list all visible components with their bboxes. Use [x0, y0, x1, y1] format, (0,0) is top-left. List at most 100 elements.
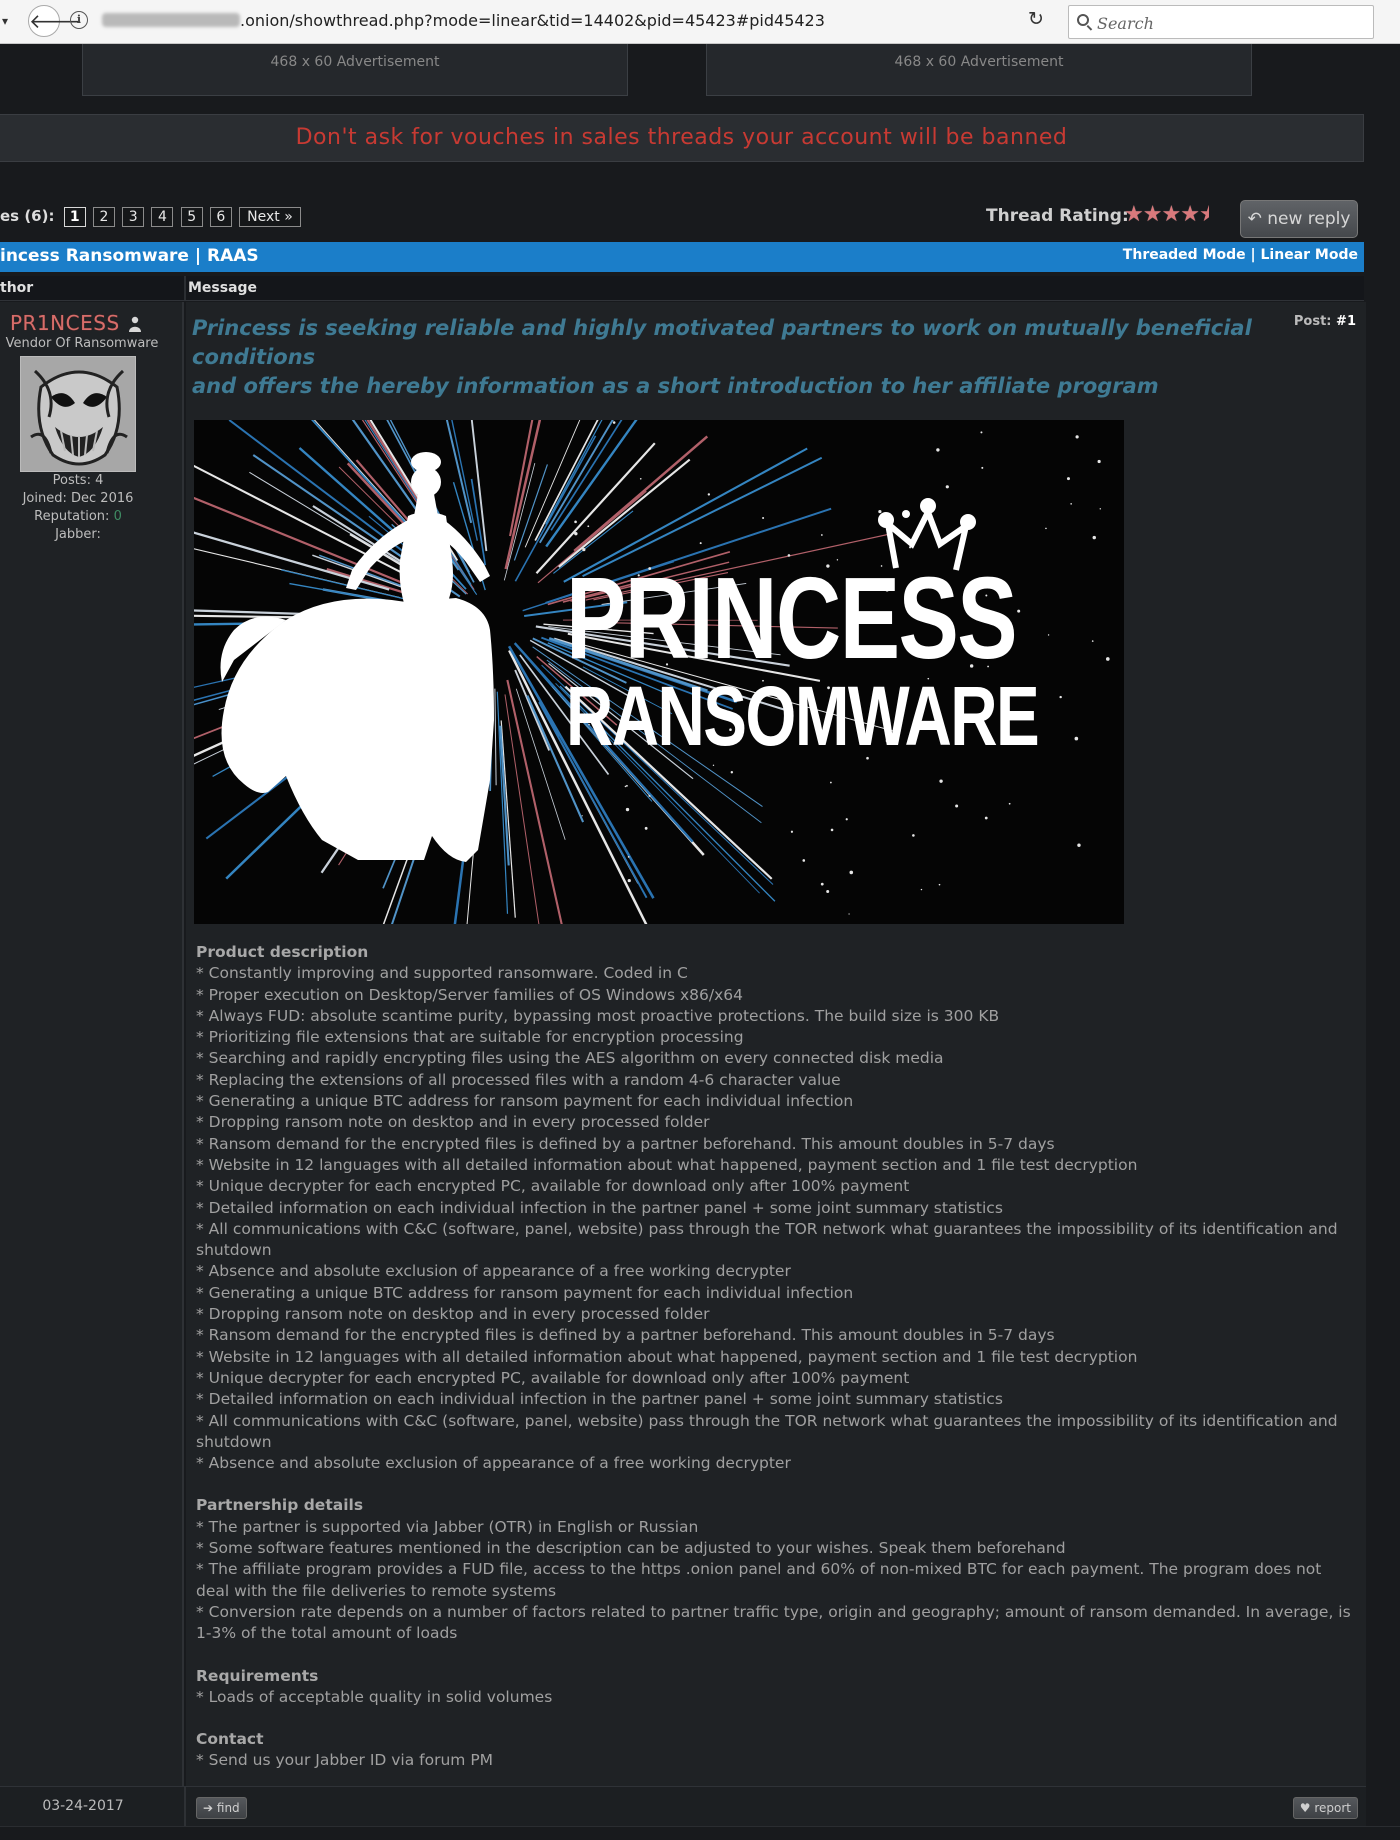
- reputation-value[interactable]: 0: [114, 509, 122, 524]
- product-description-list: * Constantly improving and supported ran…: [196, 963, 1356, 1474]
- back-button[interactable]: 🡐: [28, 5, 60, 37]
- firework-spark: [713, 765, 714, 766]
- requirement-item: * Loads of acceptable quality in solid v…: [196, 1687, 1356, 1708]
- product-feature-item: * Generating a unique BTC address for ra…: [196, 1091, 1356, 1112]
- product-feature-item: * Absence and absolute exclusion of appe…: [196, 1261, 1356, 1282]
- firework-spark: [939, 884, 941, 886]
- pages-label: es (6):: [0, 207, 54, 225]
- firework-spark: [1009, 803, 1011, 805]
- post-footer: 03-24-2017 ➔ find ♥ report: [0, 1786, 1366, 1827]
- partnership-detail-item: * Some software features mentioned in th…: [196, 1538, 1356, 1559]
- posts-value[interactable]: 4: [95, 473, 103, 488]
- page-link-6[interactable]: 6: [210, 207, 232, 227]
- mode-separator: |: [1251, 247, 1256, 263]
- advertisement-right[interactable]: 468 x 60 Advertisement: [706, 44, 1252, 96]
- firework-spark: [640, 478, 642, 480]
- firework-spark: [1100, 508, 1101, 509]
- partnership-detail-item: * The affiliate program provides a FUD f…: [196, 1559, 1356, 1602]
- contact-list: * Send us your Jabber ID via forum PM: [196, 1750, 1356, 1771]
- firework-spark: [613, 421, 616, 424]
- url-bar[interactable]: .onion/showthread.php?mode=linear&tid=14…: [102, 11, 825, 30]
- star-icon[interactable]: ★: [1161, 202, 1180, 227]
- firework-spark: [936, 448, 939, 451]
- page-link-5[interactable]: 5: [181, 207, 203, 227]
- posts-label: Posts:: [53, 473, 91, 488]
- star-icon[interactable]: ★: [1124, 202, 1143, 227]
- page-link-3[interactable]: 3: [122, 207, 144, 227]
- firework-spark: [587, 525, 589, 527]
- search-icon: [1077, 14, 1089, 26]
- firework-spark: [1045, 528, 1047, 530]
- product-feature-item: * Dropping ransom note on desktop and in…: [196, 1112, 1356, 1133]
- firework-spark: [826, 890, 829, 893]
- offline-status-icon: [128, 316, 142, 332]
- firework-spark: [700, 542, 702, 544]
- report-button[interactable]: ♥ report: [1293, 1797, 1358, 1819]
- product-feature-item: * Replacing the extensions of all proces…: [196, 1070, 1356, 1091]
- post-number-label: Post:: [1294, 314, 1332, 329]
- firework-spark: [1077, 844, 1080, 847]
- product-feature-item: * All communications with C&C (software,…: [196, 1219, 1356, 1262]
- thread-rating-stars[interactable]: ★★★★★: [1124, 202, 1209, 227]
- firework-spark: [846, 818, 848, 820]
- product-description-title: Product description: [196, 942, 1356, 963]
- page-link-1[interactable]: 1: [64, 207, 86, 227]
- firework-spark: [628, 856, 630, 858]
- product-feature-item: * All communications with C&C (software,…: [196, 1411, 1356, 1454]
- firework-spark: [628, 879, 631, 882]
- search-box[interactable]: [1068, 5, 1374, 39]
- post-number-value[interactable]: #1: [1336, 314, 1356, 329]
- firework-spark: [1076, 435, 1079, 438]
- linear-mode-link[interactable]: Linear Mode: [1261, 247, 1358, 263]
- firework-spark: [582, 548, 585, 551]
- column-divider: [184, 276, 186, 300]
- search-input[interactable]: [1095, 11, 1369, 35]
- page-link-2[interactable]: 2: [93, 207, 115, 227]
- threaded-mode-link[interactable]: Threaded Mode: [1123, 247, 1246, 263]
- post-author-panel: PR1NCESS Vendor Of Ransomware Posts: 4 J…: [0, 302, 184, 1786]
- avatar[interactable]: [20, 356, 136, 472]
- firework-spark: [802, 859, 805, 862]
- post-date: 03-24-2017: [0, 1798, 166, 1814]
- advertisement-left[interactable]: 468 x 60 Advertisement: [82, 44, 628, 96]
- view-modes: Threaded Mode | Linear Mode: [1123, 247, 1358, 263]
- firework-spark: [1092, 640, 1094, 642]
- star-icon[interactable]: ★: [1143, 202, 1162, 227]
- reply-arrow-icon: ↶: [1248, 209, 1262, 229]
- thread-title: incess Ransomware | RAAS: [0, 246, 259, 266]
- partnership-details-list: * The partner is supported via Jabber (O…: [196, 1517, 1356, 1645]
- next-page-link[interactable]: Next »: [239, 207, 301, 227]
- blurred-domain: [102, 13, 240, 27]
- author-username[interactable]: PR1NCESS: [10, 311, 120, 335]
- requirements-title: Requirements: [196, 1666, 1356, 1687]
- reputation-label: Reputation:: [34, 509, 109, 524]
- footer-divider: [184, 1787, 186, 1827]
- reload-icon[interactable]: ↻: [1028, 8, 1044, 30]
- product-feature-item: * Unique decrypter for each encrypted PC…: [196, 1368, 1356, 1389]
- firework-spark: [830, 782, 832, 784]
- paragraph-gap: [196, 1708, 1356, 1729]
- firework-ray: [551, 420, 648, 530]
- author-title: Vendor Of Ransomware: [2, 336, 162, 351]
- firework-spark: [1093, 536, 1096, 539]
- star-icon[interactable]: ★: [1180, 202, 1199, 227]
- site-info-icon[interactable]: i: [70, 11, 88, 29]
- author-reputation: Reputation: 0: [0, 508, 156, 526]
- firework-spark: [645, 827, 648, 830]
- column-header: thor Message: [0, 276, 1364, 301]
- page-link-4[interactable]: 4: [151, 207, 173, 227]
- report-label: report: [1314, 1801, 1351, 1815]
- post-number[interactable]: Post: #1: [1294, 314, 1356, 329]
- history-dropdown-icon[interactable]: ▾: [2, 14, 8, 28]
- firework-ray: [471, 420, 486, 551]
- banner-title-line-1: PRINCESS: [566, 560, 1038, 676]
- joined-value: Dec 2016: [71, 491, 133, 506]
- product-feature-item: * Dropping ransom note on desktop and in…: [196, 1304, 1356, 1325]
- firework-spark: [985, 817, 988, 820]
- firework-spark: [821, 883, 824, 886]
- new-reply-button[interactable]: ↶ new reply: [1240, 200, 1358, 238]
- find-button[interactable]: ➔ find: [196, 1797, 247, 1819]
- firework-spark: [574, 532, 577, 535]
- paragraph-gap: [196, 1645, 1356, 1666]
- half-star-icon[interactable]: ★: [1199, 202, 1209, 227]
